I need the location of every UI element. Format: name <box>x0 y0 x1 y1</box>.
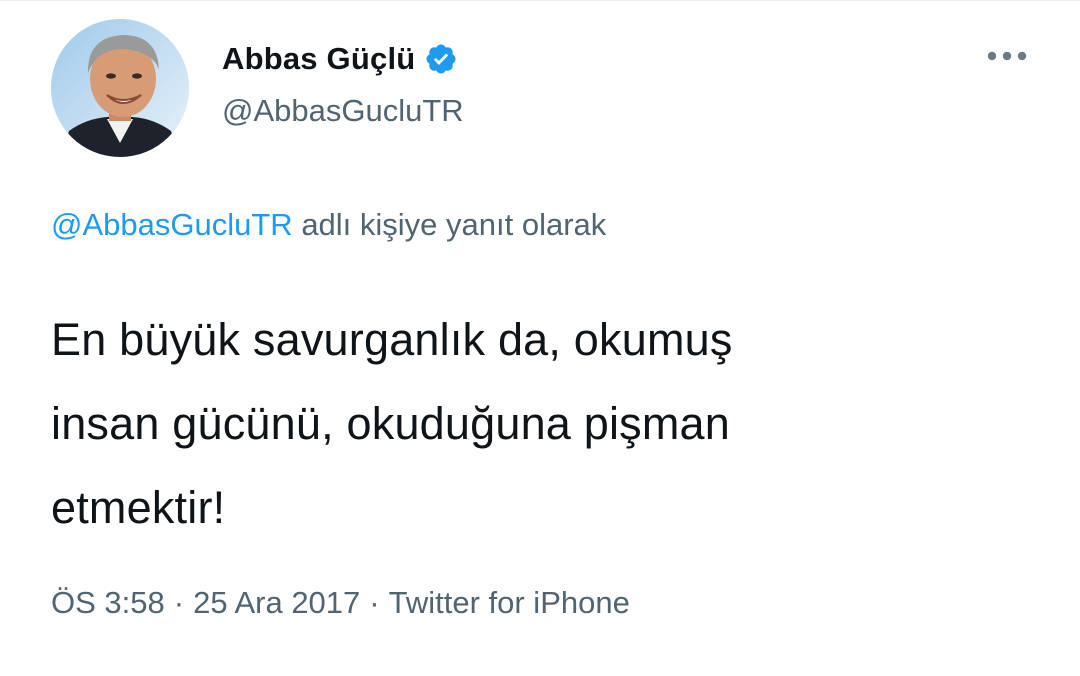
reply-context-suffix: adlı kişiye yanıt olarak <box>301 207 607 242</box>
author-name-row: Abbas Güçlü <box>222 37 458 81</box>
more-options-button[interactable] <box>980 39 1034 73</box>
reply-target-handle-link[interactable]: @AbbasGucluTR <box>51 207 293 242</box>
meta-separator: · <box>369 585 380 620</box>
tweet-time-link[interactable]: ÖS 3:58 <box>51 585 165 620</box>
tweet-text: En büyük savurganlık da, okumuş insan gü… <box>51 314 733 533</box>
tweet-date-link[interactable]: 25 Ara 2017 <box>193 585 360 620</box>
tweet-meta: ÖS 3:58 · 25 Ara 2017 · Twitter for iPhone <box>51 585 630 621</box>
tweet-card: Abbas Güçlü @AbbasGucluTR @AbbasGucluTR … <box>0 0 1080 676</box>
avatar[interactable] <box>51 19 189 157</box>
author-display-name[interactable]: Abbas Güçlü <box>222 41 415 77</box>
meta-separator: · <box>173 585 185 620</box>
reply-context: @AbbasGucluTR adlı kişiye yanıt olarak <box>51 207 606 243</box>
author-handle[interactable]: @AbbasGucluTR <box>222 93 464 129</box>
more-options-icon <box>987 51 1027 61</box>
tweet-source-link[interactable]: Twitter for iPhone <box>389 585 630 620</box>
verified-badge-icon <box>424 42 458 76</box>
profile-photo-icon <box>51 19 189 157</box>
